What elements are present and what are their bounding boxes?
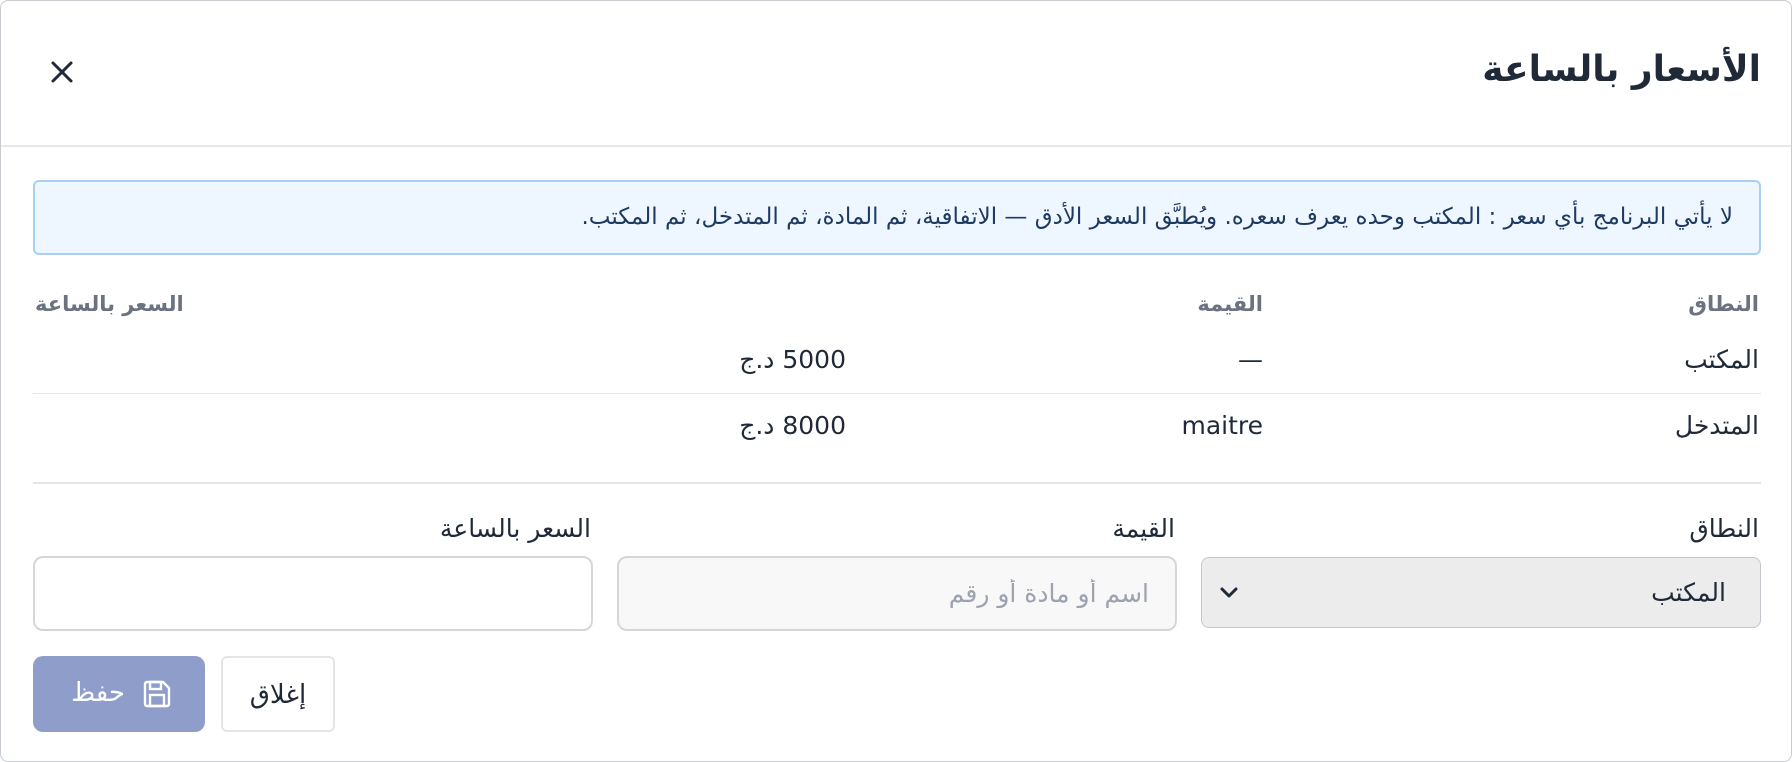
value-label: القيمة — [1112, 514, 1175, 543]
close-button[interactable]: إغلاق — [221, 656, 335, 732]
dialog-header: الأسعار بالساعة — [1, 1, 1791, 147]
row-value: maitre — [1181, 411, 1263, 440]
row-rate: 8000 د.ج — [739, 411, 846, 440]
rate-input[interactable] — [33, 556, 593, 631]
save-button-label: حفظ — [71, 678, 125, 708]
row-rate: 5000 د.ج — [739, 345, 846, 374]
row-scope: المكتب — [1684, 345, 1759, 374]
save-icon — [141, 678, 173, 710]
scope-select[interactable]: المكتب — [1201, 557, 1761, 628]
row-value: — — [1238, 345, 1263, 374]
info-banner: لا يأتي البرنامج بأي سعر : المكتب وحده ي… — [33, 180, 1761, 255]
chevron-down-icon — [1216, 580, 1242, 606]
column-header-value: القيمة — [1197, 292, 1263, 316]
dialog-title: الأسعار بالساعة — [1482, 49, 1761, 90]
scope-label: النطاق — [1689, 514, 1759, 543]
close-icon[interactable] — [43, 53, 81, 91]
save-button[interactable]: حفظ — [33, 656, 205, 732]
value-input[interactable] — [617, 556, 1177, 631]
hourly-rates-dialog: الأسعار بالساعة لا يأتي البرنامج بأي سعر… — [0, 0, 1792, 762]
column-header-rate: السعر بالساعة — [35, 292, 184, 316]
close-button-label: إغلاق — [249, 680, 307, 710]
section-divider — [33, 482, 1761, 484]
scope-select-value: المكتب — [1651, 578, 1726, 607]
rate-label: السعر بالساعة — [439, 514, 591, 543]
row-scope: المتدخل — [1674, 411, 1759, 440]
column-header-scope: النطاق — [1688, 292, 1759, 316]
row-divider — [33, 393, 1761, 394]
